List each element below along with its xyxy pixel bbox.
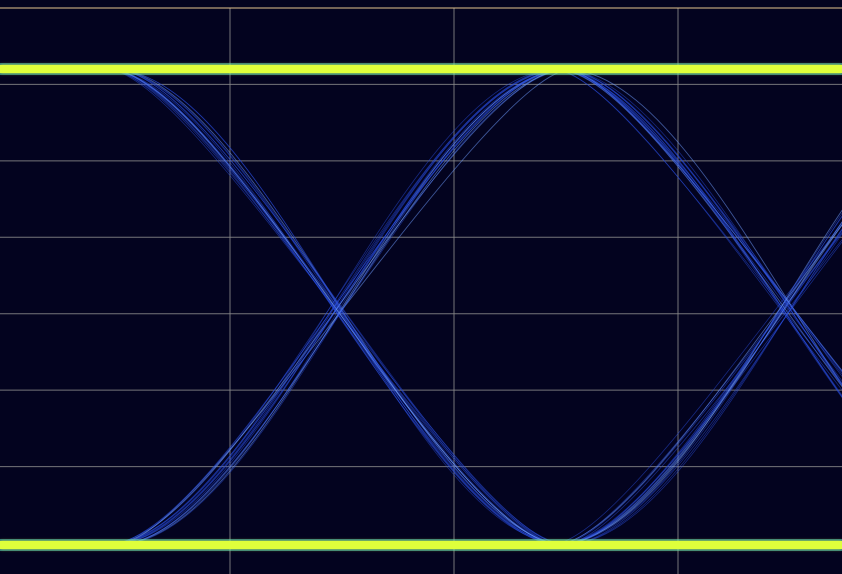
plot-background [0,0,842,574]
level-low-band [0,541,842,549]
level-high-band [0,65,842,73]
eye-diagram [0,0,842,574]
